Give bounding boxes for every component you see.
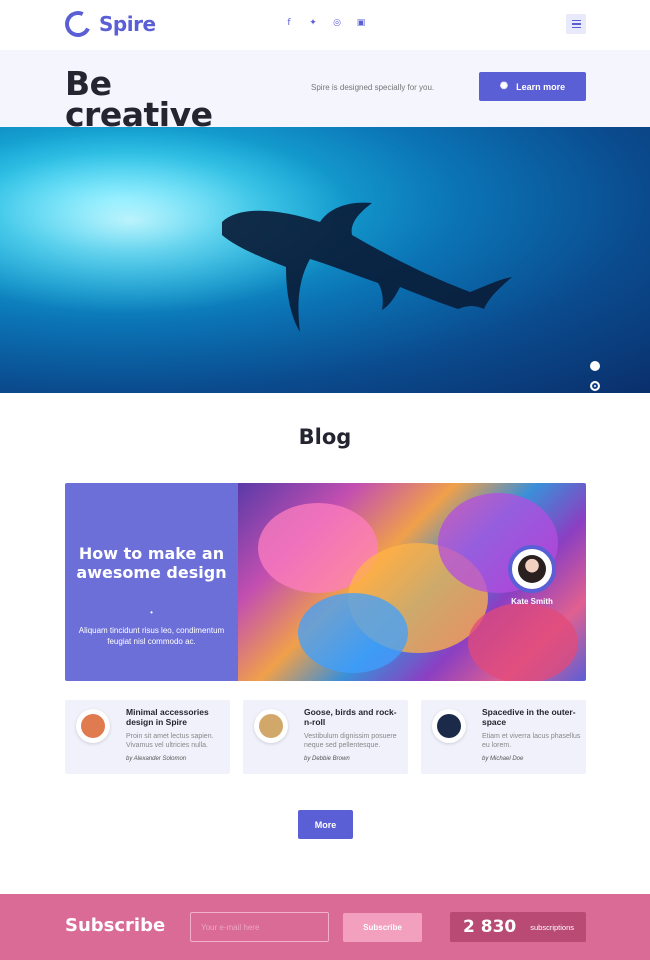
hero-title: Be creative: [65, 67, 213, 134]
hero-tagline: Spire is designed specially for you.: [311, 83, 435, 92]
featured-post-description: Aliquam tincidunt risus leo, condimentum…: [78, 626, 225, 646]
learn-more-button[interactable]: ✺ Learn more: [479, 72, 586, 101]
card-title[interactable]: Minimal accessories design in Spire: [126, 707, 226, 727]
blog-card[interactable]: Minimal accessories design in Spire Proi…: [65, 700, 230, 774]
featured-post-bullet: •: [150, 608, 153, 617]
header: Spire f ✦ ◎ ▣: [0, 0, 650, 50]
blog-card[interactable]: Goose, birds and rock-n-roll Vestibulum …: [243, 700, 408, 774]
more-button[interactable]: More: [298, 810, 353, 839]
card-thumbnail: [254, 709, 288, 743]
shark-silhouette: [0, 127, 650, 393]
slider-dots: [590, 361, 600, 393]
twitter-icon[interactable]: ✦: [308, 18, 318, 28]
card-text: Vestibulum dignissim posuere neque sed p…: [304, 733, 397, 749]
blog-card[interactable]: Spacedive in the outer-space Etiam et vi…: [421, 700, 586, 774]
author[interactable]: Kate Smith: [508, 545, 556, 606]
card-author: by Michael Doe: [482, 756, 524, 762]
card-thumbnail: [76, 709, 110, 743]
author-name: Kate Smith: [511, 597, 553, 606]
card-title[interactable]: Goose, birds and rock-n-roll: [304, 707, 404, 727]
page: Spire f ✦ ◎ ▣ Be creative Spire is desig…: [0, 0, 650, 960]
subscription-counter: 2 830 subscriptions: [450, 912, 586, 942]
hero-title-line2: creative: [65, 95, 213, 134]
logo-mark-icon: [61, 7, 95, 41]
card-title[interactable]: Spacedive in the outer-space: [482, 707, 582, 727]
subscribe-bar: Subscribe Subscribe 2 830 subscriptions: [0, 894, 650, 960]
hamburger-menu-icon[interactable]: [566, 14, 586, 34]
card-author: by Debbie Brown: [304, 756, 350, 762]
subscription-count-label: subscriptions: [530, 922, 575, 932]
card-text: Etiam et viverra lacus phasellus eu lore…: [482, 733, 581, 749]
card-author: by Alexander Solomon: [126, 756, 187, 762]
subscribe-title: Subscribe: [65, 915, 166, 936]
learn-more-label: Learn more: [516, 81, 566, 92]
linkedin-icon[interactable]: ▣: [356, 18, 366, 28]
logo-text: Spire: [99, 12, 156, 36]
author-avatar: [508, 545, 556, 593]
logo[interactable]: Spire: [61, 7, 156, 41]
featured-post[interactable]: How to make an awesome design • Aliquam …: [65, 483, 586, 681]
subscribe-button[interactable]: Subscribe: [343, 913, 422, 942]
dribbble-icon[interactable]: ◎: [332, 18, 342, 28]
hero-banner-image: ↓: [0, 127, 650, 393]
card-text: Proin sit amet lectus sapien. Vivamus ve…: [126, 733, 214, 749]
blog-heading: Blog: [298, 425, 352, 449]
subscription-count: 2 830: [463, 917, 517, 937]
email-input[interactable]: [190, 912, 329, 942]
facebook-icon[interactable]: f: [284, 18, 294, 28]
lightbulb-icon: ✺: [499, 81, 509, 92]
featured-post-panel: How to make an awesome design • Aliquam …: [65, 483, 238, 681]
social-links: f ✦ ◎ ▣: [284, 18, 366, 28]
slider-dot-2[interactable]: [590, 381, 600, 391]
slider-dot-1[interactable]: [590, 361, 600, 371]
card-thumbnail: [432, 709, 466, 743]
featured-post-title[interactable]: How to make an awesome design: [75, 544, 228, 582]
